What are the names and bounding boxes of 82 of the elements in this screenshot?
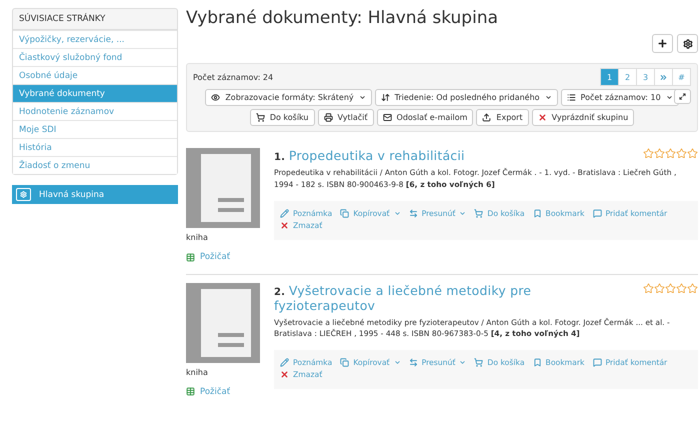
- cart-icon: [256, 113, 265, 122]
- comment-icon: [592, 208, 602, 218]
- toolbar-button[interactable]: Vyprázdniť skupinu: [532, 109, 634, 126]
- plus-icon: [657, 38, 668, 49]
- sidebar-item[interactable]: Moje SDI: [13, 120, 177, 138]
- toolbar-button[interactable]: Odoslať e-mailom: [376, 109, 474, 126]
- record-title[interactable]: 2. Vyšetrovacie a liečebné metodiky pre fyzioterapeutov: [274, 282, 635, 312]
- sidebar-item[interactable]: Osobné údaje: [13, 66, 177, 84]
- caret-icon: [358, 94, 366, 101]
- dropdown-button[interactable]: Triedenie: Od posledného pridaného: [374, 89, 558, 106]
- close-icon: [280, 370, 289, 380]
- page-link[interactable]: 3: [636, 68, 655, 86]
- star-icon: [654, 148, 665, 159]
- caret-icon: [666, 94, 673, 101]
- record-type: kniha: [186, 233, 209, 242]
- settings-button[interactable]: [677, 34, 698, 53]
- caret-icon: [394, 359, 401, 366]
- record-type: kniha: [186, 368, 209, 376]
- sidebar-item[interactable]: Výpožičky, rezervácie, ...: [13, 30, 177, 48]
- add-button[interactable]: [652, 34, 673, 53]
- caret-icon: [394, 210, 401, 217]
- star-icon: [676, 282, 687, 294]
- star-icon: [687, 282, 698, 294]
- sort-icon: [380, 93, 390, 102]
- star-rating[interactable]: [643, 282, 698, 294]
- sidebar-item[interactable]: Vybrané dokumenty: [13, 84, 177, 102]
- star-rating[interactable]: [643, 148, 698, 159]
- star-icon: [665, 282, 676, 294]
- pencil-icon: [280, 358, 289, 368]
- record-title[interactable]: 1. Propedeutika v rehabilitácii: [274, 148, 465, 163]
- star-icon: [654, 282, 665, 294]
- star-icon: [643, 148, 654, 159]
- record-count: Počet záznamov: 24: [193, 72, 274, 82]
- caret-icon: [459, 359, 466, 366]
- expand-button[interactable]: [674, 89, 691, 104]
- caret-icon: [544, 94, 552, 101]
- borrow-link[interactable]: Požičať: [186, 386, 230, 396]
- printer-icon: [324, 113, 332, 122]
- star-icon: [665, 148, 676, 159]
- table-icon: [186, 387, 195, 396]
- sidebar-item[interactable]: Čiastkový služobný fond: [13, 48, 177, 66]
- sidebar-item[interactable]: Žiadosť o zmenu: [13, 156, 177, 174]
- close-icon: [280, 220, 289, 230]
- sidebar-item[interactable]: Hodnotenie záznamov: [13, 102, 177, 120]
- page-link[interactable]: #: [672, 68, 691, 86]
- arrows-icon: [408, 208, 418, 218]
- list-icon: [566, 93, 576, 102]
- page-link[interactable]: 2: [618, 68, 637, 86]
- table-icon: [186, 252, 195, 262]
- page-title: Vybrané dokumenty: Hlavná skupina: [186, 8, 500, 28]
- copy-icon: [340, 208, 350, 218]
- dropdown-button[interactable]: Zobrazovacie formáty: Skrátený: [205, 89, 372, 106]
- eye-icon: [211, 93, 220, 102]
- comment-icon: [592, 358, 602, 368]
- cart-icon: [474, 358, 484, 368]
- fast-forward-icon: [659, 72, 668, 82]
- group-button[interactable]: Hlavná skupina: [12, 185, 178, 204]
- toolbar-button[interactable]: Do košíku: [250, 109, 314, 126]
- sidebar-item[interactable]: História: [13, 138, 177, 156]
- star-icon: [676, 148, 687, 159]
- toolbar-button[interactable]: Export: [476, 109, 529, 126]
- page-link[interactable]: 1: [600, 68, 619, 86]
- copy-icon: [340, 358, 350, 368]
- envelope-icon: [382, 113, 392, 122]
- settings-icon: [20, 191, 27, 198]
- arrows-icon: [408, 358, 418, 368]
- bookmark-icon: [532, 208, 542, 218]
- caret-icon: [459, 210, 466, 217]
- cart-icon: [474, 208, 484, 218]
- book-cover-icon: [186, 148, 260, 228]
- pencil-icon: [280, 208, 289, 218]
- dropdown-button[interactable]: Počet záznamov: 10: [560, 89, 679, 106]
- borrow-link[interactable]: Požičať: [186, 252, 230, 262]
- toolbar-button[interactable]: Vytlačiť: [318, 109, 374, 126]
- bookmark-icon: [532, 358, 542, 368]
- settings-icon: [682, 38, 692, 48]
- star-icon: [687, 148, 698, 159]
- star-icon: [643, 282, 654, 294]
- book-cover-icon: [186, 282, 260, 362]
- close-icon: [538, 113, 547, 122]
- upload-icon: [482, 113, 492, 122]
- expand-icon: [679, 93, 686, 100]
